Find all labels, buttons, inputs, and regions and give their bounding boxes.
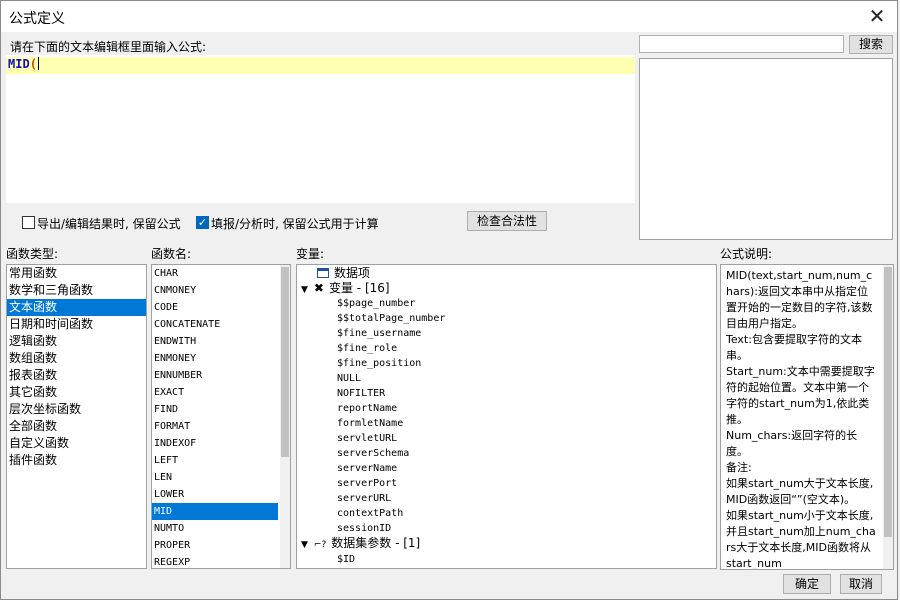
category-item[interactable]: 层次坐标函数 (7, 401, 146, 418)
search-button[interactable]: 搜索 (849, 35, 893, 54)
table-icon (317, 268, 329, 278)
formula-text: MID( (8, 57, 39, 71)
keep-formula-fill-label: 填报/分析时, 保留公式用于计算 (211, 217, 379, 231)
function-item[interactable]: LEN (152, 469, 278, 486)
function-item[interactable]: ENDWITH (152, 333, 278, 350)
close-icon[interactable]: ✕ (865, 5, 889, 29)
description-paragraph: 如果start_num小于文本长度,并且start_num加上num_chars… (726, 509, 876, 570)
variable-item[interactable]: serverName (337, 461, 397, 476)
function-item[interactable]: ENMONEY (152, 350, 278, 367)
function-item[interactable]: LOWER (152, 486, 278, 503)
formula-function: MID (8, 57, 30, 71)
functions-header: 函数名: (151, 247, 192, 261)
variable-item[interactable]: $fine_username (337, 326, 421, 341)
description-paragraph: 备注: (726, 461, 752, 474)
function-item[interactable]: REGEXP (152, 554, 278, 568)
function-item[interactable]: CNMONEY (152, 282, 278, 299)
category-item[interactable]: 报表函数 (7, 367, 146, 384)
variable-item[interactable]: $fine_role (337, 341, 397, 356)
formula-paren: ( (29, 57, 37, 71)
search-results[interactable] (639, 58, 893, 240)
dataset-param-item[interactable]: $ID (337, 552, 355, 567)
category-item[interactable]: 全部函数 (7, 418, 146, 435)
description-paragraph: Text:包含要提取字符的文本串。 (726, 333, 862, 362)
categories-header: 函数类型: (6, 247, 59, 261)
description-header: 公式说明: (720, 247, 773, 261)
category-list[interactable]: 常用函数 数学和三角函数 文本函数 日期和时间函数 逻辑函数 数组函数 报表函数 其它函数 层次… (6, 264, 147, 569)
variable-item[interactable]: $$page_number (337, 296, 415, 311)
variable-item[interactable]: serverURL (337, 491, 391, 506)
function-list-scroll-thumb[interactable] (281, 267, 289, 457)
window-title: 公式定义 (9, 11, 65, 27)
function-item[interactable]: CHAR (152, 265, 278, 282)
function-item[interactable]: ENNUMBER (152, 367, 278, 384)
function-list[interactable]: CHAR CNMONEY CODE CONCATENATE ENDWITH ENMONEY… (151, 264, 291, 569)
tree-node-dataset-params[interactable]: ▼ ⌐? 数据集参数 - [1] (301, 536, 420, 551)
collapse-arrow-icon[interactable]: ▼ (301, 285, 308, 295)
variable-tree[interactable]: 数据项 ▼ ✖ 变量 - [16] $$page_number $$totalPage… (296, 264, 717, 569)
check-validity-button[interactable]: 检查合法性 (467, 211, 547, 231)
function-item[interactable]: MID (152, 503, 278, 520)
ok-button[interactable]: 确定 (783, 574, 831, 594)
description-paragraph: MID(text,start_num,num_chars):返回文本串中从指定位… (726, 269, 873, 330)
tree-node-data-items[interactable]: 数据项 (317, 266, 370, 281)
tree-node-label: 数据集参数 - [1] (331, 536, 421, 550)
title-bar: 公式定义 ✕ (0, 0, 898, 32)
category-item[interactable]: 数组函数 (7, 350, 146, 367)
function-item[interactable]: PROPER (152, 537, 278, 554)
current-line-highlight (6, 57, 635, 74)
function-item[interactable]: NUMTO (152, 520, 278, 537)
function-item[interactable]: INDEXOF (152, 435, 278, 452)
formula-description: MID(text,start_num,num_chars):返回文本串中从指定位… (720, 264, 894, 570)
category-item[interactable]: 数学和三角函数 (7, 282, 146, 299)
description-paragraph: Num_chars:返回字符的长度。 (726, 429, 858, 458)
variable-item[interactable]: formletName (337, 416, 403, 431)
function-item[interactable]: FORMAT (152, 418, 278, 435)
variable-item[interactable]: serverPort (337, 476, 397, 491)
variables-icon: ✖ (313, 281, 324, 295)
variable-item[interactable]: servletURL (337, 431, 397, 446)
variable-item[interactable]: $fine_position (337, 356, 421, 371)
variable-item[interactable]: $$totalPage_number (337, 311, 445, 326)
tree-node-label: 变量 - [16] (328, 281, 390, 295)
function-item[interactable]: LEFT (152, 452, 278, 469)
category-item[interactable]: 常用函数 (7, 265, 146, 282)
variables-header: 变量: (296, 247, 325, 261)
function-item[interactable]: CONCATENATE (152, 316, 278, 333)
formula-editor[interactable]: MID( (6, 55, 635, 203)
description-scrollbar[interactable] (883, 265, 893, 569)
description-paragraph: Start_num:文本中需要提取字符的起始位置。文本中第一个字符的start_… (726, 365, 875, 426)
function-item[interactable]: EXACT (152, 384, 278, 401)
variable-item[interactable]: serverSchema (337, 446, 409, 461)
description-paragraph: 如果start_num大于文本长度,MID函数返回“”(空文本)。 (726, 477, 874, 506)
collapse-arrow-icon[interactable]: ▼ (301, 540, 308, 550)
tree-node-variables[interactable]: ▼ ✖ 变量 - [16] (301, 281, 390, 296)
keep-formula-export-checkbox[interactable] (22, 216, 35, 229)
keep-formula-fill-checkbox[interactable]: ✓ (196, 216, 209, 229)
editor-prompt: 请在下面的文本编辑框里面输入公式: (10, 40, 207, 54)
variable-item[interactable]: sessionID (337, 521, 391, 536)
variable-item[interactable]: contextPath (337, 506, 403, 521)
cancel-button[interactable]: 取消 (840, 574, 882, 594)
category-item[interactable]: 文本函数 (7, 299, 146, 316)
dataset-param-icon: ⌐? (313, 540, 327, 550)
keep-formula-export-label: 导出/编辑结果时, 保留公式 (37, 217, 181, 231)
variable-item[interactable]: NULL (337, 371, 361, 386)
category-item[interactable]: 自定义函数 (7, 435, 146, 452)
variable-item[interactable]: NOFILTER (337, 386, 385, 401)
category-item[interactable]: 日期和时间函数 (7, 316, 146, 333)
variable-item[interactable]: reportName (337, 401, 397, 416)
description-scroll-thumb[interactable] (884, 267, 892, 537)
function-list-scrollbar[interactable] (280, 265, 290, 568)
function-item[interactable]: CODE (152, 299, 278, 316)
category-item[interactable]: 其它函数 (7, 384, 146, 401)
category-item[interactable]: 逻辑函数 (7, 333, 146, 350)
search-input[interactable] (639, 35, 844, 53)
text-cursor (37, 57, 39, 70)
category-item[interactable]: 插件函数 (7, 452, 146, 469)
tree-node-label: 数据项 (334, 266, 371, 280)
function-item[interactable]: FIND (152, 401, 278, 418)
